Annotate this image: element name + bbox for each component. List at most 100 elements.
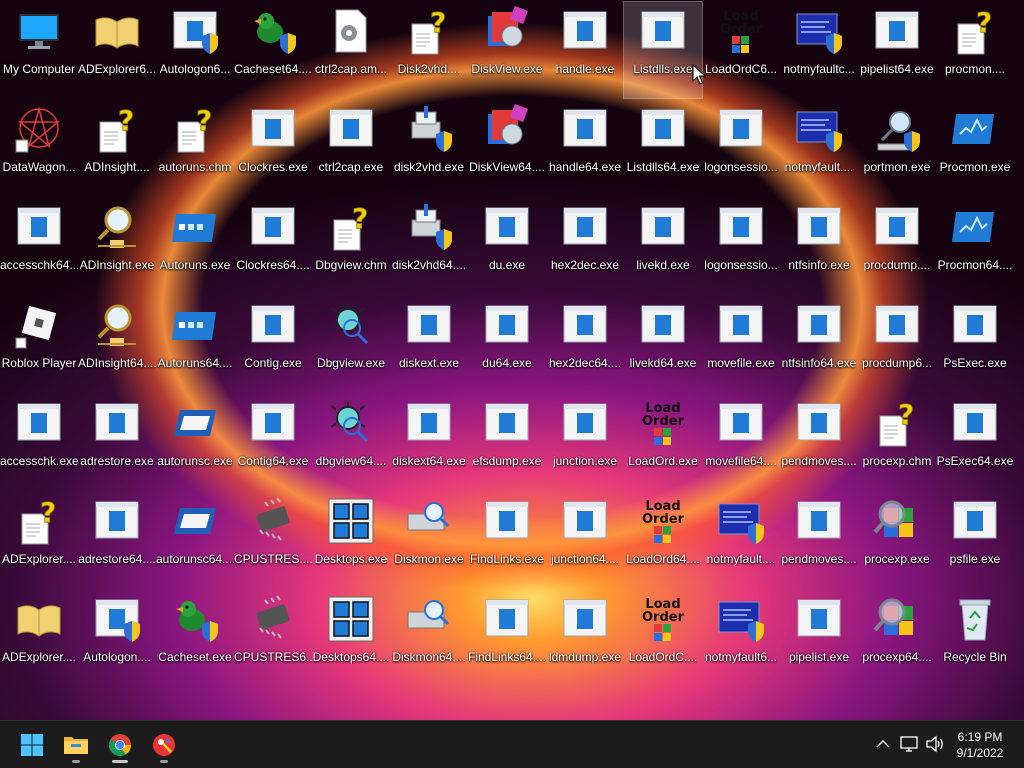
desktop-icon[interactable]: ntfsinfo.exe — [780, 198, 858, 294]
start-button[interactable] — [12, 725, 52, 765]
network-button[interactable] — [898, 733, 920, 755]
desktop-icon[interactable]: autorunsc.exe — [156, 394, 234, 490]
desktop-icon[interactable]: FindLinks.exe — [468, 492, 546, 588]
desktop-icon[interactable]: logonsessio... — [702, 198, 780, 294]
desktop-icon[interactable]: Contig.exe — [234, 296, 312, 392]
desktop-icon[interactable]: ? procexp.chm — [858, 394, 936, 490]
desktop-icon[interactable]: handle.exe — [546, 2, 624, 98]
desktop-icon[interactable]: CPUSTRES.... — [234, 492, 312, 588]
desktop-icon[interactable]: notmyfault6... — [702, 590, 780, 686]
desktop-icon[interactable]: ntfsinfo64.exe — [780, 296, 858, 392]
desktop-icon[interactable]: pipelist.exe — [780, 590, 858, 686]
desktop-icon[interactable]: Load Order LoadOrd64.... — [624, 492, 702, 588]
desktop-icon[interactable]: disk2vhd.exe — [390, 100, 468, 196]
desktop-icon[interactable]: My Computer — [0, 2, 78, 98]
desktop-icon[interactable]: Cacheset.exe — [156, 590, 234, 686]
desktop-icon[interactable]: diskext.exe — [390, 296, 468, 392]
desktop-icon[interactable]: ? procmon.... — [936, 2, 1014, 98]
desktop-icon[interactable]: livekd.exe — [624, 198, 702, 294]
desktop-icon[interactable]: PsExec64.exe — [936, 394, 1014, 490]
desktop-icon[interactable]: Diskmon64.... — [390, 590, 468, 686]
desktop-icon[interactable]: Contig64.exe — [234, 394, 312, 490]
desktop-icon[interactable]: ? ADInsight.... — [78, 100, 156, 196]
desktop-icon[interactable]: Listdlls.exe — [623, 1, 703, 99]
desktop-icon[interactable]: procexp.exe — [858, 492, 936, 588]
desktop-icon[interactable]: junction64.... — [546, 492, 624, 588]
desktop-icon[interactable]: Procmon.exe — [936, 100, 1014, 196]
desktop-icon[interactable]: hex2dec.exe — [546, 198, 624, 294]
desktop-icon[interactable]: accesschk.exe — [0, 394, 78, 490]
desktop-icon[interactable]: Autologon.... — [78, 590, 156, 686]
desktop-icon[interactable]: DataWagon... — [0, 100, 78, 196]
desktop-icon[interactable]: DiskView.exe — [468, 2, 546, 98]
desktop-icon[interactable]: Load Order LoadOrdC.... — [624, 590, 702, 686]
desktop-icon[interactable]: logonsessio... — [702, 100, 780, 196]
desktop-icon[interactable]: handle64.exe — [546, 100, 624, 196]
desktop-icon[interactable]: dbgview64.... — [312, 394, 390, 490]
clock[interactable]: 6:19 PM 9/1/2022 — [950, 729, 1010, 761]
desktop-icon[interactable]: ADInsight64.... — [78, 296, 156, 392]
desktop-icon[interactable]: notmyfault.... — [780, 100, 858, 196]
desktop-icon[interactable]: ? ADExplorer.... — [0, 492, 78, 588]
desktop-icon[interactable]: efsdump.exe — [468, 394, 546, 490]
desktop-icon[interactable]: pipelist64.exe — [858, 2, 936, 98]
desktop-icon[interactable]: Desktops.exe — [312, 492, 390, 588]
desktop-icon[interactable]: Clockres64.... — [234, 198, 312, 294]
desktop-icon[interactable]: Procmon64.... — [936, 198, 1014, 294]
desktop-icon[interactable]: procexp64.... — [858, 590, 936, 686]
desktop-icon[interactable]: Recycle Bin — [936, 590, 1014, 686]
desktop-icon[interactable]: du.exe — [468, 198, 546, 294]
desktop-icon[interactable]: Clockres.exe — [234, 100, 312, 196]
desktop-icon[interactable]: Desktops64.... — [312, 590, 390, 686]
desktop-icon[interactable]: Cacheset64.... — [234, 2, 312, 98]
desktop-icon[interactable]: ? autoruns.chm — [156, 100, 234, 196]
desktop-icon[interactable]: Autoruns.exe — [156, 198, 234, 294]
desktop-icon[interactable]: ADExplorer.... — [0, 590, 78, 686]
desktop-icon[interactable]: hex2dec64.... — [546, 296, 624, 392]
show-hidden-icons-button[interactable] — [872, 733, 894, 755]
paint-app-button[interactable] — [144, 725, 184, 765]
desktop-icon[interactable]: adrestore.exe — [78, 394, 156, 490]
desktop-icon[interactable]: autorunsc64.... — [156, 492, 234, 588]
desktop-icon[interactable]: movefile64.... — [702, 394, 780, 490]
desktop-icon[interactable]: livekd64.exe — [624, 296, 702, 392]
desktop-icon[interactable]: adrestore64.... — [78, 492, 156, 588]
desktop-icon[interactable]: procdump6... — [858, 296, 936, 392]
desktop-icon[interactable]: psfile.exe — [936, 492, 1014, 588]
desktop-icon[interactable]: Autoruns64.... — [156, 296, 234, 392]
desktop-icon[interactable]: Roblox Player — [0, 296, 78, 392]
desktop-icon[interactable]: CPUSTRES6... — [234, 590, 312, 686]
desktop-icon[interactable]: PsExec.exe — [936, 296, 1014, 392]
desktop-icon[interactable]: ? Disk2vhd.... — [390, 2, 468, 98]
desktop-icon[interactable]: junction.exe — [546, 394, 624, 490]
desktop-icon[interactable]: pendmoves.... — [780, 394, 858, 490]
desktop-icon[interactable]: notmyfault.... — [702, 492, 780, 588]
desktop-icon[interactable]: pendmoves.... — [780, 492, 858, 588]
desktop-icon[interactable]: du64.exe — [468, 296, 546, 392]
desktop-icon[interactable]: ldmdump.exe — [546, 590, 624, 686]
desktop-icon[interactable]: procdump.... — [858, 198, 936, 294]
desktop-icon[interactable]: disk2vhd64.... — [390, 198, 468, 294]
desktop-icon[interactable]: ctrl2cap.am... — [312, 2, 390, 98]
desktop-icon[interactable]: ADInsight.exe — [78, 198, 156, 294]
desktop-icon[interactable]: diskext64.exe — [390, 394, 468, 490]
file-explorer-button[interactable] — [56, 725, 96, 765]
desktop-icon[interactable]: movefile.exe — [702, 296, 780, 392]
desktop-icon[interactable]: accesschk64.... — [0, 198, 78, 294]
chrome-button[interactable] — [100, 725, 140, 765]
desktop-icon[interactable]: Load Order LoadOrdC6... — [702, 2, 780, 98]
desktop-icon[interactable]: portmon.exe — [858, 100, 936, 196]
desktop-icon[interactable]: Load Order LoadOrd.exe — [624, 394, 702, 490]
desktop-icon[interactable]: DiskView64.... — [468, 100, 546, 196]
desktop[interactable]: My Computer ADExplorer6... Autologon6... Ca… — [0, 0, 1024, 720]
desktop-icon[interactable]: FindLinks64.... — [468, 590, 546, 686]
desktop-icon[interactable]: Dbgview.exe — [312, 296, 390, 392]
desktop-icon[interactable]: Diskmon.exe — [390, 492, 468, 588]
desktop-icon[interactable]: ctrl2cap.exe — [312, 100, 390, 196]
desktop-icon[interactable]: Autologon6... — [156, 2, 234, 98]
desktop-icon[interactable]: notmyfaultc... — [780, 2, 858, 98]
desktop-icon[interactable]: Listdlls64.exe — [624, 100, 702, 196]
desktop-icon[interactable]: ? Dbgview.chm — [312, 198, 390, 294]
desktop-icon[interactable]: ADExplorer6... — [78, 2, 156, 98]
volume-button[interactable] — [924, 733, 946, 755]
